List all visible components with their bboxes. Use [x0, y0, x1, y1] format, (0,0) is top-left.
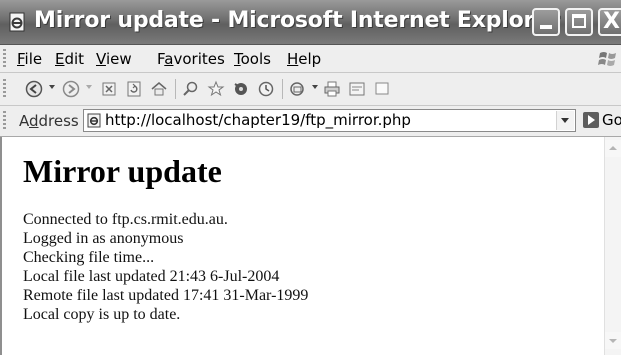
mail-dropdown-icon[interactable] — [312, 85, 318, 89]
print-icon[interactable] — [323, 80, 341, 98]
page-icon — [87, 113, 102, 128]
log-line: Checking file time... — [23, 249, 155, 266]
page-heading: Mirror update — [23, 153, 222, 189]
chevron-down-icon — [561, 118, 569, 123]
menu-view[interactable]: View — [96, 50, 132, 68]
vertical-scrollbar[interactable] — [604, 137, 621, 355]
address-label: Address — [19, 112, 79, 130]
title-bar[interactable]: Mirror update - Microsoft Internet Explo… — [0, 0, 621, 45]
maximize-icon — [572, 14, 586, 28]
log-line: Logged in as anonymous — [23, 230, 184, 247]
edit-icon[interactable] — [348, 80, 366, 98]
arrow-up-icon — [609, 146, 617, 150]
minimize-button[interactable] — [532, 8, 560, 36]
stop-icon[interactable] — [100, 80, 118, 98]
close-button[interactable]: X — [598, 8, 621, 36]
toolbar-grip[interactable] — [3, 111, 6, 131]
toolbar-separator — [175, 79, 176, 99]
go-arrow-icon — [583, 112, 599, 128]
address-bar: Address http://localhost/chapter19/ftp_m… — [0, 106, 621, 137]
favorites-icon[interactable] — [207, 80, 225, 98]
menu-help[interactable]: Help — [287, 50, 321, 68]
scroll-down-button[interactable] — [605, 332, 621, 349]
menu-bar: File Edit View Favorites Tools Help — [0, 45, 621, 73]
status-log: Connected to ftp.cs.rmit.edu.au. Logged … — [23, 210, 308, 324]
media-icon[interactable] — [232, 80, 250, 98]
forward-dropdown-icon[interactable] — [86, 85, 92, 89]
close-icon: X — [603, 9, 620, 34]
menu-file[interactable]: File — [17, 50, 42, 68]
toolbar-separator — [282, 79, 283, 99]
address-input[interactable]: http://localhost/chapter19/ftp_mirror.ph… — [83, 109, 576, 132]
back-dropdown-icon[interactable] — [49, 85, 55, 89]
go-button[interactable]: Go — [583, 110, 621, 132]
search-icon[interactable] — [182, 80, 200, 98]
menu-tools[interactable]: Tools — [234, 50, 271, 68]
refresh-icon[interactable] — [125, 80, 143, 98]
standard-toolbar — [0, 73, 621, 106]
forward-icon[interactable] — [62, 80, 80, 98]
menu-favorites[interactable]: Favorites — [157, 50, 225, 68]
home-icon[interactable] — [150, 80, 168, 98]
history-icon[interactable] — [257, 80, 275, 98]
toolbar-grip[interactable] — [3, 49, 6, 68]
log-line: Connected to ftp.cs.rmit.edu.au. — [23, 211, 228, 228]
log-line: Local file last updated 21:43 6-Jul-2004 — [23, 268, 280, 285]
discuss-icon[interactable] — [373, 80, 391, 98]
windows-logo-icon — [597, 48, 619, 70]
address-url[interactable]: http://localhost/chapter19/ftp_mirror.ph… — [105, 111, 411, 129]
toolbar-grip[interactable] — [3, 79, 6, 99]
ie-page-icon — [8, 12, 28, 32]
maximize-button[interactable] — [565, 8, 593, 36]
mail-icon[interactable] — [289, 80, 307, 98]
window-title: Mirror update - Microsoft Internet Explo… — [34, 8, 560, 33]
scroll-up-button[interactable] — [605, 140, 621, 157]
arrow-down-icon — [609, 339, 617, 343]
go-label: Go — [602, 111, 621, 129]
back-icon[interactable] — [25, 80, 43, 98]
browser-window: Mirror update - Microsoft Internet Explo… — [0, 0, 621, 355]
page-content: Mirror update Connected to ftp.cs.rmit.e… — [0, 137, 604, 355]
address-dropdown-button[interactable] — [556, 111, 574, 130]
log-line: Local copy is up to date. — [23, 306, 181, 323]
menu-edit[interactable]: Edit — [55, 50, 84, 68]
log-line: Remote file last updated 17:41 31-Mar-19… — [23, 287, 309, 304]
minimize-icon — [540, 25, 552, 29]
